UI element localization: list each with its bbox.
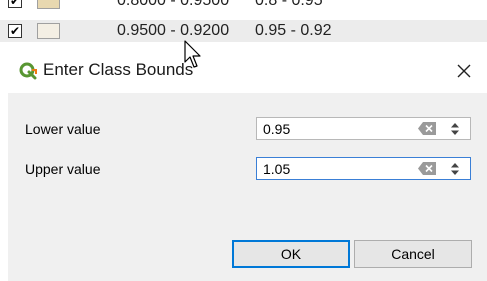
upper-value-label: Upper value [25, 161, 101, 177]
close-button[interactable] [449, 56, 479, 86]
class-table-row[interactable]: ✔ 0.8000 - 0.9500 0.8 - 0.95 [0, 0, 487, 12]
class-color-swatch[interactable] [37, 23, 60, 39]
class-legend-cell[interactable]: 0.8 - 0.95 [255, 0, 323, 10]
ok-button[interactable]: OK [232, 240, 350, 268]
lower-value-label: Lower value [25, 121, 101, 137]
table-left-edge [0, 50, 8, 281]
lower-value-spin-arrows-icon[interactable] [450, 122, 460, 136]
mouse-cursor-icon [184, 40, 201, 68]
dialog-title: Enter Class Bounds [43, 60, 194, 79]
qgis-logo-icon [19, 62, 37, 80]
upper-value-spinbox[interactable] [256, 157, 471, 180]
upper-value-spin-arrows-icon[interactable] [450, 162, 460, 176]
class-values-cell[interactable]: 0.8000 - 0.9500 [117, 0, 229, 10]
class-table-row[interactable]: ✔ 0.9500 - 0.9200 0.95 - 0.92 [0, 20, 487, 42]
cancel-button[interactable]: Cancel [354, 240, 472, 268]
clear-lower-value-icon[interactable] [418, 122, 436, 135]
class-color-swatch[interactable] [37, 0, 60, 9]
enter-class-bounds-dialog: Enter Class Bounds Lower value Upper val… [8, 50, 487, 281]
dialog-titlebar[interactable]: Enter Class Bounds [8, 50, 487, 93]
class-visibility-checkbox[interactable]: ✔ [8, 24, 22, 38]
upper-value-input[interactable] [257, 158, 413, 179]
class-legend-cell[interactable]: 0.95 - 0.92 [255, 22, 332, 40]
lower-value-input[interactable] [257, 118, 413, 139]
class-visibility-checkbox[interactable]: ✔ [8, 0, 22, 8]
close-icon [457, 64, 471, 78]
clear-upper-value-icon[interactable] [418, 162, 436, 175]
class-values-cell[interactable]: 0.9500 - 0.9200 [117, 22, 229, 40]
lower-value-spinbox[interactable] [256, 117, 471, 140]
